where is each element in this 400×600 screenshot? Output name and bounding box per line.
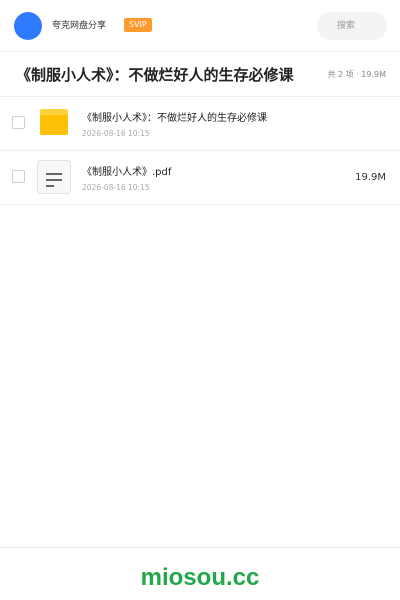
share-summary: 共 2 项 · 19.9M: [327, 70, 386, 79]
file-date: 2026-08-16 10:15: [82, 129, 150, 138]
file-size: 19.9M: [355, 172, 386, 183]
search-input[interactable]: 搜索: [317, 12, 387, 40]
avatar[interactable]: [14, 12, 42, 40]
svip-badge: SVIP: [124, 18, 152, 32]
file-row-pdf[interactable]: 《制服小人术》.pdf 2026-08-16 10:15 19.9M: [0, 151, 400, 205]
header-bar: 夸克网盘分享 SVIP 搜索: [0, 0, 400, 52]
footer-bar: miosou.cc: [0, 547, 400, 600]
watermark-text: miosou.cc: [140, 564, 260, 591]
file-name[interactable]: 《制服小人术》：不做烂好人的生存必修课: [82, 112, 267, 126]
document-icon: [37, 160, 71, 194]
select-checkbox[interactable]: [12, 116, 25, 129]
select-checkbox[interactable]: [12, 170, 25, 183]
search-placeholder: 搜索: [337, 21, 356, 31]
brand-name: 夸克网盘分享: [52, 21, 107, 31]
file-name[interactable]: 《制服小人术》.pdf: [82, 166, 171, 180]
file-row-folder[interactable]: 《制服小人术》：不做烂好人的生存必修课 2026-08-16 10:15: [0, 97, 400, 151]
share-title-row: 《制服小人术》：不做烂好人的生存必修课 共 2 项 · 19.9M: [0, 52, 400, 97]
folder-icon: [40, 109, 68, 135]
file-date: 2026-08-16 10:15: [82, 183, 150, 192]
page-title: 《制服小人术》：不做烂好人的生存必修课: [16, 66, 294, 84]
